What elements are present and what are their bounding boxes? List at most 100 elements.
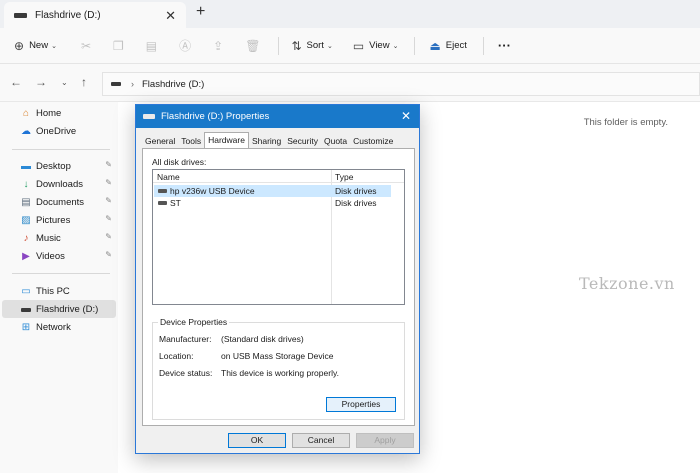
tab-sharing[interactable]: Sharing (249, 134, 284, 149)
sidebar-item-this-pc[interactable]: ▭ This PC (2, 282, 116, 300)
sort-label: Sort (306, 40, 324, 51)
paste-icon[interactable]: ▤ (146, 39, 157, 53)
sidebar-item-label: Downloads (36, 178, 83, 190)
view-button[interactable]: ▭ View ⌄ (353, 39, 399, 53)
tab-quota[interactable]: Quota (321, 134, 350, 149)
address-bar[interactable]: › Flashdrive (D:) (102, 72, 700, 96)
sidebar-item-home[interactable]: ⌂ Home (2, 104, 116, 122)
copy-icon[interactable]: ❐ (113, 39, 124, 53)
pin-icon[interactable]: ✎ (105, 196, 112, 205)
toolbar-divider (482, 36, 484, 55)
pin-icon[interactable]: ✎ (105, 178, 112, 187)
disk-drives-list[interactable]: Name Type hp v236w USB Device Disk drive… (152, 169, 405, 305)
delete-icon[interactable]: 🗑 (245, 39, 260, 53)
sidebar-item-pictures[interactable]: ▨ Pictures ✎ (2, 211, 116, 229)
sidebar-item-label: Home (36, 107, 62, 119)
sidebar-item-label: Pictures (36, 214, 71, 226)
new-button[interactable]: ⊕ New ⌄ (14, 39, 57, 53)
all-disk-drives-label: All disk drives: (152, 157, 207, 167)
pin-icon[interactable]: ✎ (105, 214, 112, 223)
home-icon: ⌂ (22, 107, 30, 119)
properties-button[interactable]: Properties (326, 397, 396, 412)
tab-general[interactable]: General (142, 134, 178, 149)
share-icon[interactable]: ⇪ (213, 39, 223, 53)
sort-button[interactable]: ⇅ Sort ⌄ (291, 39, 332, 53)
tab-hardware[interactable]: Hardware (204, 132, 249, 149)
group-title: Device Properties (158, 317, 230, 327)
device-status-value: This device is working properly. (221, 368, 339, 378)
toolbar-divider (414, 36, 416, 55)
cancel-button[interactable]: Cancel (292, 433, 350, 448)
device-status-label: Device status: (159, 368, 213, 378)
watermark: Tekzone.vn (579, 274, 675, 293)
drive-icon (14, 12, 27, 18)
desktop-icon: ▬ (21, 160, 31, 172)
drive-name: ST (170, 198, 181, 208)
dialog-title: Flashdrive (D:) Properties (161, 111, 270, 122)
cut-icon[interactable]: ✂ (81, 39, 91, 53)
sidebar-item-label: Music (36, 232, 61, 244)
column-header-type[interactable]: Type (335, 172, 353, 182)
window-tab[interactable]: Flashdrive (D:) ✕ (4, 2, 186, 28)
tab-customize[interactable]: Customize (350, 134, 396, 149)
video-icon: ▶ (22, 250, 30, 262)
close-icon[interactable]: ✕ (165, 8, 176, 24)
location-value: on USB Mass Storage Device (221, 351, 334, 361)
tab-security[interactable]: Security (284, 134, 321, 149)
drive-type: Disk drives (335, 198, 377, 208)
sidebar-item-onedrive[interactable]: ☁ OneDrive (2, 122, 116, 140)
sidebar-divider (12, 273, 110, 274)
music-icon: ♪ (23, 232, 29, 244)
close-icon[interactable]: ✕ (401, 109, 411, 123)
recent-locations-icon[interactable]: ⌄ (61, 78, 68, 87)
more-options-icon[interactable]: ··· (498, 38, 511, 53)
sidebar-item-music[interactable]: ♪ Music ✎ (2, 229, 116, 247)
eject-button[interactable]: ⏏ Eject (429, 39, 466, 53)
sidebar-item-desktop[interactable]: ▬ Desktop ✎ (2, 157, 116, 175)
pin-icon[interactable]: ✎ (105, 232, 112, 241)
dialog-tabs: General Tools Hardware Sharing Security … (142, 132, 396, 149)
toolbar-divider (278, 36, 280, 55)
apply-button[interactable]: Apply (356, 433, 414, 448)
sidebar-item-network[interactable]: ⊞ Network (2, 318, 116, 336)
document-icon: ▤ (21, 196, 31, 208)
list-item[interactable]: ST Disk drives (154, 197, 391, 209)
sidebar-item-documents[interactable]: ▤ Documents ✎ (2, 193, 116, 211)
sort-icon: ⇅ (291, 38, 302, 53)
new-label: New (29, 40, 49, 51)
dialog-title-bar[interactable]: Flashdrive (D:) Properties ✕ (136, 105, 419, 128)
sidebar-item-label: This PC (36, 285, 70, 297)
rename-icon[interactable]: Ⓐ (179, 37, 191, 54)
sidebar-item-flashdrive[interactable]: Flashdrive (D:) (2, 300, 116, 318)
sidebar-item-videos[interactable]: ▶ Videos ✎ (2, 247, 116, 265)
list-item[interactable]: hp v236w USB Device Disk drives (154, 185, 391, 197)
plus-icon[interactable]: + (196, 3, 205, 21)
cloud-icon: ☁ (21, 125, 31, 137)
tab-tools[interactable]: Tools (178, 134, 204, 149)
sidebar-item-label: Flashdrive (D:) (36, 303, 99, 315)
navigation-pane: ⌂ Home ☁ OneDrive ▬ Desktop ✎ ↓ Download… (0, 102, 118, 473)
breadcrumb[interactable]: Flashdrive (D:) (142, 79, 204, 90)
back-arrow-icon[interactable]: ← (10, 75, 22, 89)
view-label: View (369, 40, 390, 51)
title-bar: Flashdrive (D:) ✕ + (0, 0, 700, 28)
hardware-tab-pane: All disk drives: Name Type hp v236w USB … (142, 148, 415, 426)
tab-title: Flashdrive (D:) (35, 9, 101, 21)
sidebar-item-downloads[interactable]: ↓ Downloads ✎ (2, 175, 116, 193)
column-header-name[interactable]: Name (157, 172, 180, 182)
drive-type: Disk drives (335, 186, 377, 196)
properties-dialog: Flashdrive (D:) Properties ✕ General Too… (135, 104, 420, 454)
sidebar-item-label: OneDrive (36, 125, 77, 137)
navigation-bar: ← → ⌄ ↑ › Flashdrive (D:) (0, 64, 700, 102)
drive-name: hp v236w USB Device (170, 186, 255, 196)
pin-icon[interactable]: ✎ (105, 250, 112, 259)
download-icon: ↓ (23, 178, 29, 190)
drive-icon (158, 201, 167, 205)
forward-arrow-icon[interactable]: → (35, 75, 47, 89)
up-arrow-icon[interactable]: ↑ (81, 75, 87, 89)
computer-icon: ▭ (21, 285, 31, 297)
pin-icon[interactable]: ✎ (105, 160, 112, 169)
ok-button[interactable]: OK (228, 433, 286, 448)
chevron-down-icon: ⌄ (392, 42, 399, 50)
list-header: Name Type (153, 170, 404, 183)
